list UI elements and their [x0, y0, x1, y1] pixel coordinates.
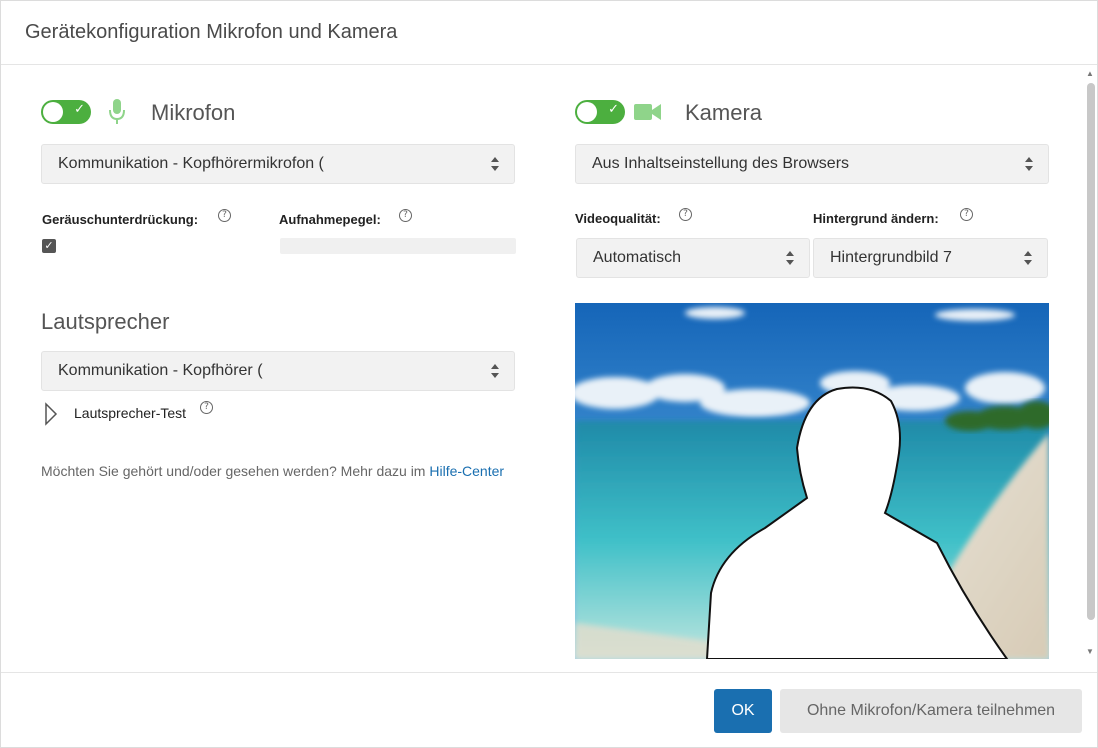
device-config-dialog: Gerätekonfiguration Mikrofon und Kamera … — [0, 0, 1098, 748]
info-text: Möchten Sie gehört und/oder gesehen werd… — [41, 460, 511, 482]
noise-suppression-checkbox[interactable]: ✓ — [42, 239, 56, 253]
video-quality-label: Videoqualität: — [575, 211, 661, 226]
background-select[interactable]: Hintergrundbild 7 — [813, 238, 1048, 278]
video-quality-select[interactable]: Automatisch — [576, 238, 810, 278]
help-icon[interactable]: ? — [399, 209, 412, 222]
select-arrows-icon — [786, 251, 794, 265]
camera-select[interactable]: Aus Inhaltseinstellung des Browsers — [575, 144, 1049, 184]
select-arrows-icon — [1025, 157, 1033, 171]
check-icon: ✓ — [74, 102, 85, 117]
dialog-header: Gerätekonfiguration Mikrofon und Kamera — [1, 1, 1097, 65]
toggle-knob — [577, 102, 597, 122]
help-icon[interactable]: ? — [679, 208, 692, 221]
video-quality-value: Automatisch — [593, 249, 682, 266]
play-icon[interactable] — [44, 402, 58, 426]
ok-button[interactable]: OK — [714, 689, 772, 733]
toggle-knob — [43, 102, 63, 122]
join-without-devices-button[interactable]: Ohne Mikrofon/Kamera teilnehmen — [780, 689, 1082, 733]
recording-level-label: Aufnahmepegel: — [279, 212, 381, 227]
scrollbar[interactable]: ▲ ▼ — [1084, 65, 1097, 672]
speaker-select[interactable]: Kommunikation - Kopfhörer ( — [41, 351, 515, 391]
video-camera-icon — [634, 104, 661, 120]
select-arrows-icon — [491, 364, 499, 378]
microphone-icon — [109, 99, 125, 124]
recording-level-meter — [280, 238, 516, 254]
microphone-select[interactable]: Kommunikation - Kopfhörermikrofon ( — [41, 144, 515, 184]
speaker-title: Lautsprecher — [41, 309, 170, 334]
select-arrows-icon — [491, 157, 499, 171]
help-icon[interactable]: ? — [200, 401, 213, 414]
dialog-body: ✓ Mikrofon Kommunikation - Kopfhörermikr… — [1, 65, 1097, 672]
noise-suppression-label: Geräuschunterdrückung: — [42, 212, 199, 227]
speaker-test-label[interactable]: Lautsprecher-Test — [74, 405, 186, 421]
microphone-toggle[interactable]: ✓ — [41, 100, 91, 124]
scroll-down-icon[interactable]: ▼ — [1086, 647, 1094, 656]
help-icon[interactable]: ? — [218, 209, 231, 222]
check-icon: ✓ — [608, 102, 619, 117]
dialog-title: Gerätekonfiguration Mikrofon und Kamera — [25, 21, 398, 43]
camera-toggle[interactable]: ✓ — [575, 100, 625, 124]
camera-select-value: Aus Inhaltseinstellung des Browsers — [592, 155, 850, 172]
scroll-up-icon[interactable]: ▲ — [1086, 69, 1094, 78]
microphone-select-value: Kommunikation - Kopfhörermikrofon ( — [58, 155, 324, 172]
camera-title: Kamera — [685, 100, 763, 125]
speaker-select-value: Kommunikation - Kopfhörer ( — [58, 362, 263, 379]
help-center-link[interactable]: Hilfe-Center — [429, 463, 504, 479]
camera-preview — [575, 303, 1049, 659]
background-label: Hintergrund ändern: — [813, 211, 939, 226]
select-arrows-icon — [1024, 251, 1032, 265]
microphone-title: Mikrofon — [151, 100, 236, 125]
background-value: Hintergrundbild 7 — [830, 249, 952, 266]
info-text-body: Möchten Sie gehört und/oder gesehen werd… — [41, 463, 430, 479]
scrollbar-thumb[interactable] — [1087, 83, 1095, 620]
dialog-footer: OK Ohne Mikrofon/Kamera teilnehmen — [1, 672, 1097, 748]
help-icon[interactable]: ? — [960, 208, 973, 221]
beach-background-image — [575, 303, 1049, 659]
